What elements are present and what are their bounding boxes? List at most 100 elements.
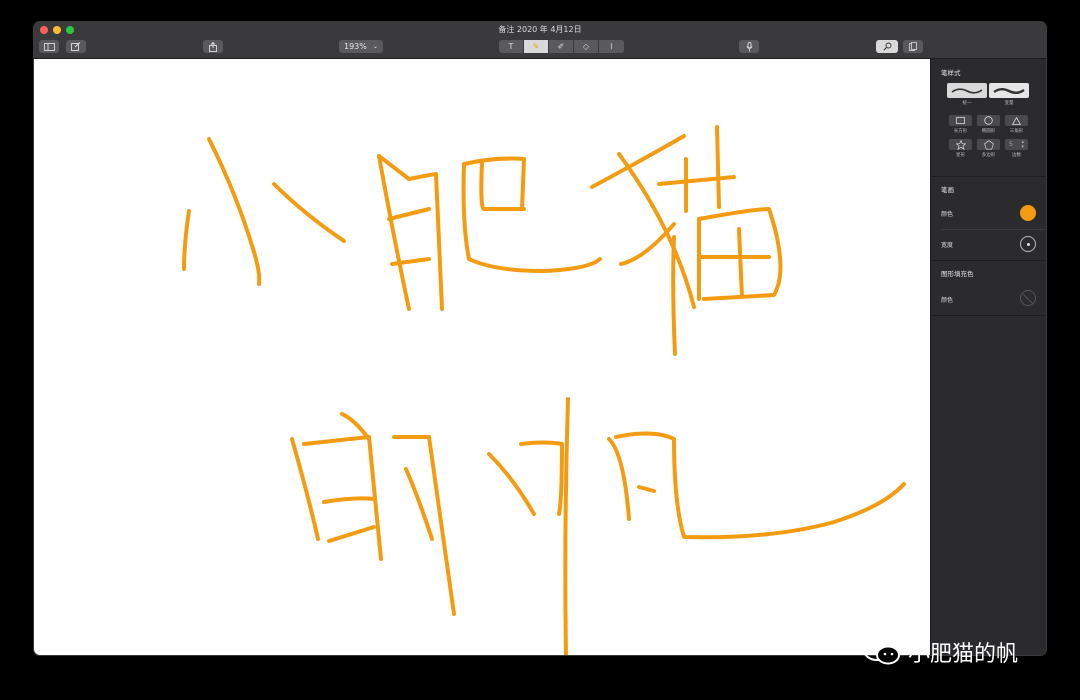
markup-toggle-button[interactable]: [876, 40, 898, 53]
marker-icon: ✎: [532, 42, 540, 51]
fill-section-title: 图形填充色: [941, 270, 974, 278]
stroke: [637, 485, 656, 493]
pages-icon: [909, 42, 917, 51]
eraser-icon: ◇: [582, 42, 590, 51]
fill-color-swatch[interactable]: [1020, 290, 1036, 306]
polygon-label: 多边形: [981, 153, 996, 158]
stroke: [340, 412, 371, 441]
stroke: [479, 160, 526, 211]
uniform-stroke-label: 统一: [962, 101, 972, 106]
stroke: [377, 154, 444, 311]
text-icon: T: [508, 42, 514, 51]
stroke-width-label: 宽度: [941, 242, 954, 249]
fill-color-label: 颜色: [941, 297, 954, 304]
stroke: [607, 437, 631, 521]
variable-stroke-icon: [993, 87, 1025, 94]
uniform-stroke-option[interactable]: [947, 83, 987, 98]
title-bar: 备注 2020 年 4月12日 193% ⌄ T ✎ ✐ ◇ ⌇: [34, 22, 1046, 59]
triangle-shape-button[interactable]: [1005, 115, 1028, 126]
rectangle-label: 长方形: [953, 129, 968, 134]
stroke: [387, 207, 431, 221]
highlighter-icon: ✐: [557, 42, 565, 51]
stroke-color-swatch[interactable]: [1020, 205, 1036, 221]
star-label: 星形: [956, 153, 965, 158]
ellipse-label: 椭圆形: [981, 129, 996, 134]
markup-tool-group: T ✎ ✐ ◇ ⌇: [499, 40, 624, 53]
marker-tool-button[interactable]: ✎: [524, 40, 549, 53]
stroke: [322, 496, 376, 504]
highlighter-tool-button[interactable]: ✐: [549, 40, 574, 53]
drawing-canvas[interactable]: [34, 59, 930, 655]
variable-stroke-label: 变量: [1004, 101, 1014, 106]
pen-tip-icon: [882, 42, 891, 51]
stroke-section-title: 笔画: [941, 186, 954, 194]
divider: [931, 176, 1046, 177]
sides-value: 5: [1009, 141, 1013, 148]
rectangle-icon: [956, 117, 965, 124]
no-fill-icon: [1022, 293, 1034, 305]
pen-style-title: 笔样式: [941, 69, 961, 77]
compose-icon: [71, 42, 81, 51]
sidebar-toggle-button[interactable]: [39, 40, 59, 53]
divider: [931, 315, 1046, 316]
ellipse-shape-button[interactable]: [977, 115, 1000, 126]
stroke: [404, 467, 434, 541]
rectangle-shape-button[interactable]: [949, 115, 972, 126]
handwriting-layer: [182, 125, 906, 655]
pentagon-icon: [983, 139, 994, 150]
triangle-icon: [1012, 116, 1021, 125]
voice-button[interactable]: [739, 40, 759, 53]
stroke: [182, 209, 191, 271]
stroke-color-label: 颜色: [941, 211, 954, 218]
polygon-shape-button[interactable]: [977, 139, 1000, 150]
stroke: [272, 182, 346, 243]
ellipse-icon: [984, 116, 993, 125]
stroke: [461, 162, 602, 273]
stroke: [657, 175, 736, 186]
share-icon: [209, 41, 217, 52]
eraser-tool-button[interactable]: ◇: [574, 40, 599, 53]
zoom-select[interactable]: 193% ⌄: [339, 40, 383, 53]
stroke: [462, 156, 526, 211]
notes-window: 备注 2020 年 4月12日 193% ⌄ T ✎ ✐ ◇ ⌇ 笔样式 统一 …: [34, 22, 1046, 655]
divider: [941, 229, 1046, 230]
stroke: [737, 227, 744, 299]
text-tool-button[interactable]: T: [499, 40, 524, 53]
zoom-value: 193%: [344, 42, 367, 51]
page-view-button[interactable]: [903, 40, 923, 53]
stroke: [377, 154, 411, 311]
stepper-icon: ▴ ▾: [1021, 138, 1024, 150]
microphone-icon: [745, 41, 753, 51]
sides-stepper[interactable]: 5 ▴ ▾: [1005, 139, 1028, 150]
stroke: [290, 437, 320, 541]
share-button[interactable]: [203, 40, 223, 53]
watermark-text: 小肥猫的帆: [908, 642, 1019, 667]
stroke: [487, 452, 536, 516]
stroke: [671, 235, 677, 356]
stroke-width-picker[interactable]: [1020, 236, 1036, 252]
wechat-icon: [863, 639, 900, 665]
sides-label: 边数: [1012, 153, 1021, 158]
sidebar-icon: [43, 42, 55, 51]
stroke: [207, 137, 262, 286]
stroke: [617, 152, 696, 309]
triangle-label: 三角形: [1009, 129, 1024, 134]
divider: [931, 260, 1046, 261]
star-icon: [955, 139, 966, 150]
watermark: 小肥猫的帆: [862, 636, 1018, 668]
new-note-button[interactable]: [66, 40, 86, 53]
lasso-icon: ⌇: [609, 42, 614, 51]
stroke: [715, 125, 721, 209]
inspector-panel: 笔样式 统一 变量 长方形 椭圆形 三角形 5 ▴ ▾ 星形 多边形 边数 笔画…: [930, 59, 1046, 655]
stroke: [392, 434, 456, 616]
chevron-down-icon: ⌄: [372, 43, 378, 50]
uniform-stroke-icon: [951, 87, 983, 94]
stroke: [619, 222, 676, 266]
star-shape-button[interactable]: [949, 139, 972, 150]
window-title: 备注 2020 年 4月12日: [498, 25, 582, 34]
lasso-tool-button[interactable]: ⌇: [599, 40, 624, 53]
variable-stroke-option[interactable]: [989, 83, 1029, 98]
stroke: [327, 525, 376, 543]
stroke: [614, 431, 906, 540]
stroke: [563, 397, 570, 655]
